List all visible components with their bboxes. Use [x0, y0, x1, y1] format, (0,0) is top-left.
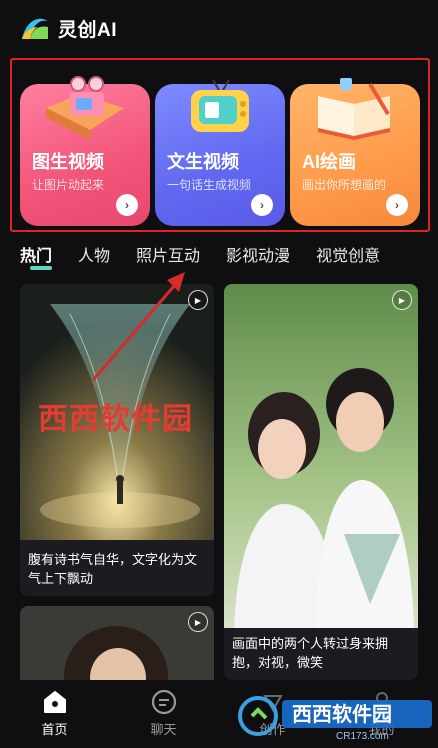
brand-watermark-text: 西西软件园: [292, 702, 392, 726]
chat-icon: [151, 689, 176, 715]
brand-watermark-url: CR173.com: [336, 731, 389, 742]
tv-icon: [191, 79, 249, 132]
feature-card-text-to-video[interactable]: 文生视频 一句话生成视频 ›: [155, 79, 285, 226]
brand-watermark: 西西软件园 CR173.com: [238, 696, 432, 742]
feed-thumbnail-couple: [224, 284, 418, 628]
feature-card-image-to-video[interactable]: 图生视频 让图片动起来 ›: [20, 76, 150, 226]
feed-caption: 画面中的两个人转过身来拥抱，对视，微笑: [232, 636, 389, 670]
home-icon: [43, 691, 66, 713]
card-subtitle: 一句话生成视频: [167, 178, 252, 192]
tab-film-anime[interactable]: 影视动漫: [226, 242, 290, 266]
feed-caption: 腹有诗书气自华，文字化为文气上下飘动: [28, 552, 198, 586]
feed-card-couple[interactable]: ▶ 画面中的两个人转过身来拥抱，对视，微笑: [224, 284, 418, 680]
nav-home[interactable]: 首页: [0, 680, 109, 748]
card-title: 图生视频: [32, 152, 104, 172]
play-icon[interactable]: ▶: [188, 612, 208, 632]
film-reel-icon: [46, 76, 124, 140]
chevron-right-icon[interactable]: ›: [386, 194, 408, 216]
chevron-right-icon[interactable]: ›: [116, 194, 138, 216]
feature-card-ai-painting[interactable]: AI绘画 画出你所想画的 ›: [290, 78, 420, 226]
app-header: 灵创AI: [0, 0, 438, 56]
card-subtitle: 让图片动起来: [32, 178, 105, 192]
active-tab-indicator: [30, 266, 52, 270]
feed-thumbnail-portrait: [20, 606, 214, 686]
feed-card-portrait[interactable]: ▶: [20, 606, 214, 686]
tab-people[interactable]: 人物: [78, 242, 110, 266]
tab-hot[interactable]: 热门: [20, 242, 52, 266]
tab-photo-interaction[interactable]: 照片互动: [136, 242, 200, 266]
card-title: 文生视频: [167, 152, 239, 172]
watermark-overlay-text: 西西软件园: [38, 403, 193, 436]
play-icon[interactable]: ▶: [392, 290, 412, 310]
tab-visual-creative[interactable]: 视觉创意: [316, 242, 380, 266]
nav-label: 聊天: [150, 722, 177, 737]
nav-chat[interactable]: 聊天: [109, 680, 218, 748]
lingchuang-logo-icon: [22, 18, 48, 39]
card-subtitle: 画出你所想画的: [302, 178, 387, 192]
chevron-right-icon[interactable]: ›: [251, 194, 273, 216]
annotation-arrow-icon: [91, 272, 185, 381]
nav-label: 首页: [41, 722, 68, 737]
category-tabs: 热门 人物 照片互动 影视动漫 视觉创意: [0, 234, 438, 274]
app-title: 灵创AI: [58, 19, 118, 41]
book-icon: [318, 78, 390, 140]
card-title: AI绘画: [302, 152, 356, 172]
